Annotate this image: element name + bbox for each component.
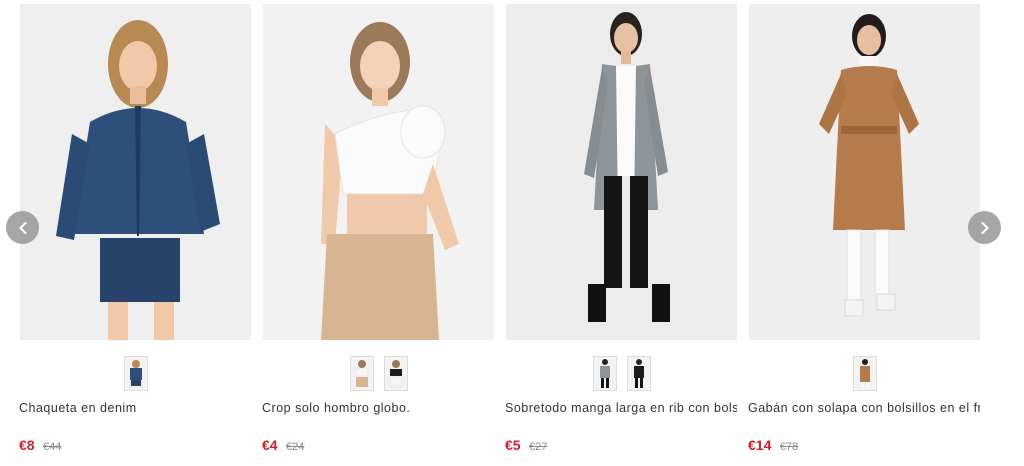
original-price: €24 — [286, 441, 305, 453]
color-swatches — [506, 356, 737, 392]
product-image[interactable] — [749, 4, 980, 340]
product-image[interactable] — [263, 4, 494, 340]
swatch-camel[interactable] — [852, 356, 877, 391]
product-card[interactable]: Sobretodo manga larga en rib con bolsill… — [505, 4, 737, 466]
product-carousel: Chaqueta en denim €8 €44 Crop solo hombr… — [0, 0, 1024, 466]
product-name[interactable]: Crop solo hombro globo. — [262, 401, 494, 415]
product-name[interactable]: Gabán con solapa con bolsillos en el fre — [748, 401, 980, 415]
product-name[interactable]: Sobretodo manga larga en rib con bolsill — [505, 401, 737, 415]
color-swatches — [749, 356, 980, 392]
sale-price: €4 — [262, 437, 278, 453]
price-block: €5 €27 — [505, 437, 547, 455]
thumbnail-icon — [633, 359, 644, 388]
sale-price: €5 — [505, 437, 521, 453]
price-block: €4 €24 — [262, 437, 304, 455]
original-price: €44 — [43, 441, 62, 453]
original-price: €27 — [529, 441, 548, 453]
chevron-left-icon — [19, 221, 26, 234]
carousel-next-button[interactable] — [968, 211, 1001, 244]
swatch-grey[interactable] — [592, 356, 617, 391]
price-block: €8 €44 — [19, 437, 61, 455]
chevron-right-icon — [981, 221, 988, 234]
original-price: €78 — [779, 441, 799, 453]
swatch-black[interactable] — [626, 356, 651, 391]
color-swatches — [20, 356, 251, 392]
model-camel-coat-icon — [749, 4, 980, 340]
model-denim-jacket-icon — [20, 4, 251, 340]
thumbnail-icon — [599, 359, 610, 388]
model-one-shoulder-crop-icon — [263, 4, 494, 340]
product-image[interactable] — [506, 4, 737, 340]
swatch-white[interactable] — [349, 356, 374, 391]
swatch-black[interactable] — [383, 356, 408, 391]
product-card[interactable]: Crop solo hombro globo. €4 €24 — [262, 4, 494, 466]
model-grey-cardigan-icon — [506, 4, 737, 340]
swatch-denim-blue[interactable] — [123, 356, 148, 391]
thumbnail-icon — [355, 360, 368, 387]
product-name[interactable]: Chaqueta en denim — [19, 401, 251, 415]
carousel-prev-button[interactable] — [6, 211, 39, 244]
thumbnail-icon — [129, 360, 142, 386]
product-card[interactable]: Chaqueta en denim €8 €44 — [19, 4, 251, 466]
color-swatches — [263, 356, 494, 392]
thumbnail-icon — [389, 360, 402, 388]
product-card[interactable]: Gabán con solapa con bolsillos en el fre… — [748, 4, 980, 466]
sale-price: €14 — [748, 437, 772, 453]
sale-price: €8 — [19, 437, 35, 453]
product-image[interactable] — [20, 4, 251, 340]
thumbnail-icon — [859, 359, 870, 388]
price-block: €14 €78 — [748, 437, 798, 455]
